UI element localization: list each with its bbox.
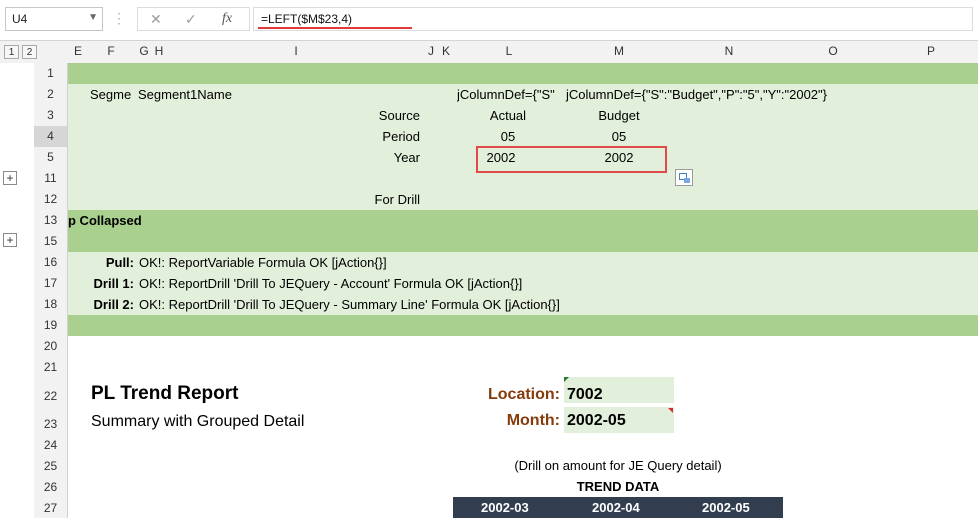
trend-period-header[interactable]: 2002-04 xyxy=(592,500,640,515)
check-icon[interactable]: ✓ xyxy=(185,11,197,28)
cell-for-drill-label[interactable]: For Drill xyxy=(300,192,421,207)
cell-period-budget[interactable]: 05 xyxy=(564,129,674,144)
cell-group-collapsed[interactable]: p Collapsed xyxy=(68,213,142,228)
row-number[interactable]: 17 xyxy=(34,273,68,294)
cell-period-label[interactable]: Period xyxy=(300,129,420,144)
row-number[interactable]: 19 xyxy=(34,315,68,336)
report-title[interactable]: PL Trend Report xyxy=(91,383,238,405)
drill-note[interactable]: (Drill on amount for JE Query detail) xyxy=(453,458,783,473)
row-number[interactable]: 18 xyxy=(34,294,68,315)
row-number[interactable]: 24 xyxy=(34,435,68,456)
cell-year-label[interactable]: Year xyxy=(300,150,420,165)
column-header-f[interactable]: F xyxy=(104,44,118,58)
trend-data-title[interactable]: TREND DATA xyxy=(453,479,783,494)
cell-drill1-label[interactable]: Drill 1: xyxy=(70,276,134,291)
cell-segment-name[interactable]: Segment1Name xyxy=(138,87,232,102)
trend-header-bar: 2002-03 2002-04 2002-05 xyxy=(453,497,783,518)
outline-gutter: + + xyxy=(0,63,34,518)
chevron-down-icon[interactable]: ▼ xyxy=(88,12,98,23)
outline-level-1-button[interactable]: 1 xyxy=(4,45,19,59)
comment-indicator xyxy=(564,377,569,382)
row-number[interactable]: 5 xyxy=(34,147,68,168)
outline-level-2-button[interactable]: 2 xyxy=(22,45,37,59)
cell-drill2-label[interactable]: Drill 2: xyxy=(70,297,134,312)
cell-source-budget[interactable]: Budget xyxy=(564,108,674,123)
column-header-i[interactable]: I xyxy=(290,44,302,58)
formula-text: =LEFT($M$23,4) xyxy=(261,12,353,26)
row-number[interactable]: 12 xyxy=(34,189,68,210)
column-header-j[interactable]: J xyxy=(425,44,437,58)
row-number[interactable]: 21 xyxy=(34,357,68,378)
trend-period-header[interactable]: 2002-05 xyxy=(702,500,750,515)
row-number[interactable]: 16 xyxy=(34,252,68,273)
column-header-e[interactable]: E xyxy=(72,44,84,58)
expand-group-button[interactable]: + xyxy=(3,171,17,185)
row-number[interactable]: 20 xyxy=(34,336,68,357)
row-number[interactable]: 25 xyxy=(34,456,68,477)
row-number[interactable]: 15 xyxy=(34,231,68,252)
column-header-l[interactable]: L xyxy=(503,44,515,58)
column-header-row: 1 2 E F G H I J K L M N O P xyxy=(0,41,978,64)
group-band-row xyxy=(68,63,978,84)
cell-source-actual[interactable]: Actual xyxy=(453,108,563,123)
group-band-row xyxy=(68,210,978,252)
name-box[interactable]: U4 ▼ xyxy=(5,7,103,31)
close-icon[interactable]: ✕ xyxy=(150,11,162,28)
row-number[interactable]: 22 xyxy=(34,378,68,414)
cell-column-def-actual[interactable]: jColumnDef={"S" xyxy=(457,87,565,102)
formula-controls: ✕ ✓ fx xyxy=(137,7,250,31)
month-label[interactable]: Month: xyxy=(440,412,560,430)
row-number[interactable]: 26 xyxy=(34,477,68,498)
column-header-k[interactable]: K xyxy=(440,44,452,58)
highlight-box xyxy=(476,146,667,173)
column-header-o[interactable]: O xyxy=(826,44,840,58)
column-header-g[interactable]: G xyxy=(138,44,150,58)
row-number[interactable]: 11 xyxy=(34,168,68,189)
cell-drill2-status[interactable]: OK!: ReportDrill 'Drill To JEQuery - Sum… xyxy=(139,297,560,312)
row-number[interactable]: 23 xyxy=(34,414,68,435)
column-header-m[interactable]: M xyxy=(612,44,626,58)
cell-period-actual[interactable]: 05 xyxy=(453,129,563,144)
column-header-p[interactable]: P xyxy=(924,44,938,58)
drag-handle-icon[interactable]: ⋮ xyxy=(112,10,126,30)
row-number[interactable]: 27 xyxy=(34,498,68,518)
row-number[interactable]: 1 xyxy=(34,63,68,84)
expand-group-button[interactable]: + xyxy=(3,233,17,247)
quick-analysis-icon[interactable] xyxy=(675,169,693,186)
name-box-value: U4 xyxy=(12,12,28,26)
cell-source-label[interactable]: Source xyxy=(300,108,420,123)
location-label[interactable]: Location: xyxy=(440,386,560,404)
row-number[interactable]: 3 xyxy=(34,105,68,126)
cell-pull-label[interactable]: Pull: xyxy=(70,255,134,270)
fx-icon[interactable]: fx xyxy=(222,11,232,27)
cell-segment-label[interactable]: Segme xyxy=(90,87,131,102)
location-value[interactable]: 7002 xyxy=(567,386,603,404)
trend-period-header[interactable]: 2002-03 xyxy=(481,500,529,515)
group-band-row xyxy=(68,315,978,336)
row-number[interactable]: 13 xyxy=(34,210,68,231)
row-number-selected[interactable]: 4 xyxy=(34,126,68,147)
column-header-n[interactable]: N xyxy=(722,44,736,58)
report-subtitle[interactable]: Summary with Grouped Detail xyxy=(91,413,304,431)
month-value[interactable]: 2002-05 xyxy=(567,412,626,430)
cell-column-def-budget[interactable]: jColumnDef={"S":"Budget","P":"5","Y":"20… xyxy=(566,87,827,102)
cell-pull-status[interactable]: OK!: ReportVariable Formula OK [jAction{… xyxy=(139,255,387,270)
cell-drill1-status[interactable]: OK!: ReportDrill 'Drill To JEQuery - Acc… xyxy=(139,276,522,291)
formula-highlight-underline xyxy=(258,27,412,29)
row-number[interactable]: 2 xyxy=(34,84,68,105)
formula-bar-area: U4 ▼ ⋮ ✕ ✓ fx =LEFT($M$23,4) xyxy=(0,0,978,41)
note-indicator xyxy=(668,408,673,413)
column-header-h[interactable]: H xyxy=(153,44,165,58)
